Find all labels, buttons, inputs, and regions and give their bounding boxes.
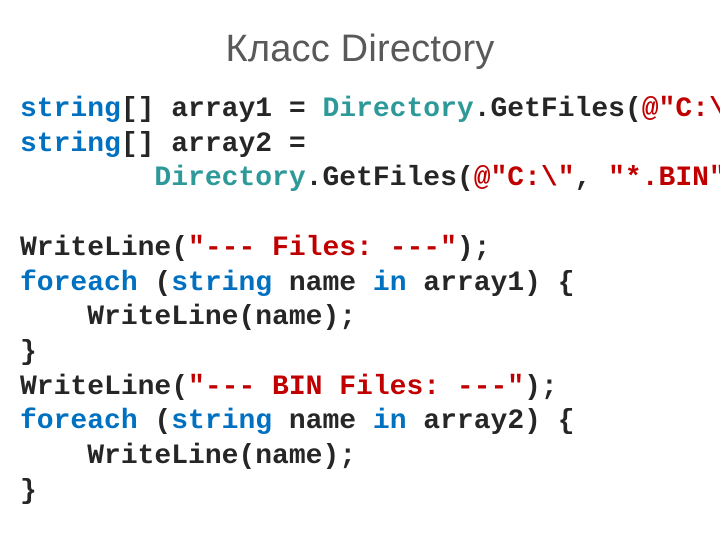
code-text: [] array1 = bbox=[121, 94, 323, 125]
code-text: ); bbox=[457, 233, 491, 264]
code-line-2: string[] array2 = bbox=[20, 129, 306, 160]
code-line-5: foreach (string name in array1) { bbox=[20, 268, 575, 299]
code-block: string[] array1 = Directory.GetFiles(@"C… bbox=[20, 93, 700, 510]
slide: Класс Directory string[] array1 = Direct… bbox=[0, 0, 720, 540]
code-text: , bbox=[575, 163, 609, 194]
code-indent bbox=[20, 163, 154, 194]
code-text: } bbox=[20, 476, 37, 507]
code-line-8: WriteLine("--- BIN Files: ---"); bbox=[20, 372, 558, 403]
string-literal: "*.BIN" bbox=[608, 163, 720, 194]
keyword-in: in bbox=[373, 268, 407, 299]
code-line-11: } bbox=[20, 476, 37, 507]
keyword-foreach: foreach bbox=[20, 406, 138, 437]
slide-title: Класс Directory bbox=[20, 28, 700, 71]
type-directory: Directory bbox=[154, 163, 305, 194]
code-line-1: string[] array1 = Directory.GetFiles(@"C… bbox=[20, 94, 720, 125]
type-directory: Directory bbox=[322, 94, 473, 125]
keyword-foreach: foreach bbox=[20, 268, 138, 299]
code-line-7: } bbox=[20, 337, 37, 368]
code-text: ( bbox=[138, 268, 172, 299]
code-text: ); bbox=[524, 372, 558, 403]
code-text: [] array2 = bbox=[121, 129, 306, 160]
string-literal: @"C:\" bbox=[642, 94, 720, 125]
code-line-4: WriteLine("--- Files: ---"); bbox=[20, 233, 490, 264]
code-text: WriteLine( bbox=[20, 372, 188, 403]
code-text: WriteLine(name); bbox=[20, 302, 356, 333]
string-literal: "--- BIN Files: ---" bbox=[188, 372, 524, 403]
code-line-3: Directory.GetFiles(@"C:\", "*.BIN"); bbox=[20, 163, 720, 194]
code-text: array1) { bbox=[407, 268, 575, 299]
code-text: name bbox=[272, 268, 373, 299]
code-text: WriteLine(name); bbox=[20, 441, 356, 472]
code-line-9: foreach (string name in array2) { bbox=[20, 406, 575, 437]
code-text: .GetFiles( bbox=[474, 94, 642, 125]
code-line-10: WriteLine(name); bbox=[20, 441, 356, 472]
keyword-string: string bbox=[20, 94, 121, 125]
string-literal: @"C:\" bbox=[474, 163, 575, 194]
keyword-string: string bbox=[171, 406, 272, 437]
code-text: name bbox=[272, 406, 373, 437]
code-text: ( bbox=[138, 406, 172, 437]
code-text: .GetFiles( bbox=[306, 163, 474, 194]
code-text: WriteLine( bbox=[20, 233, 188, 264]
keyword-string: string bbox=[20, 129, 121, 160]
keyword-in: in bbox=[373, 406, 407, 437]
code-line-6: WriteLine(name); bbox=[20, 302, 356, 333]
string-literal: "--- Files: ---" bbox=[188, 233, 457, 264]
code-text: array2) { bbox=[407, 406, 575, 437]
keyword-string: string bbox=[171, 268, 272, 299]
code-text: } bbox=[20, 337, 37, 368]
